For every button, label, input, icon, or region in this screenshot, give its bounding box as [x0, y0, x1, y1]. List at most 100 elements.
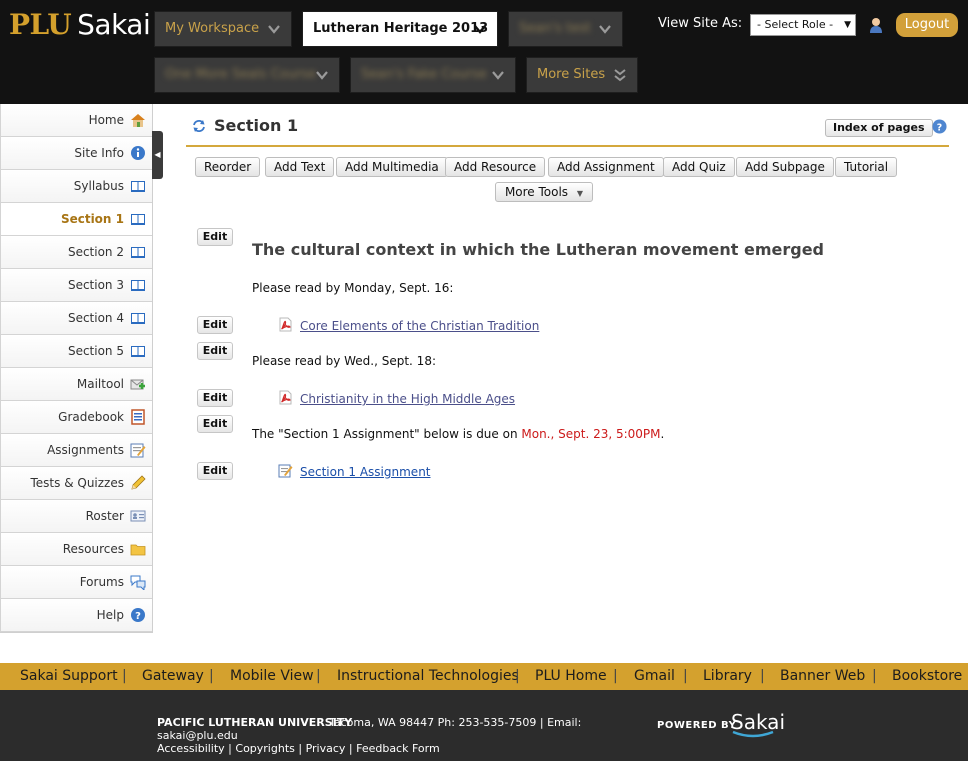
nav-item-home[interactable]: Home — [0, 104, 152, 137]
nav-item-label: Section 1 — [60, 212, 124, 226]
add-assignment-button[interactable]: Add Assignment — [548, 157, 664, 177]
chevron-down-icon[interactable] — [267, 22, 281, 36]
mail-icon — [130, 379, 145, 390]
user-icon[interactable] — [867, 16, 885, 34]
more-tools-button[interactable]: More Tools ▼ — [495, 182, 593, 202]
book-icon — [131, 313, 145, 324]
add-quiz-button[interactable]: Add Quiz — [663, 157, 735, 177]
nav-item-label: Section 5 — [67, 344, 124, 358]
nav-item-forums[interactable]: Forums — [0, 566, 152, 599]
footer-link-mobile-view[interactable]: Mobile View — [230, 668, 314, 684]
chevron-down-icon[interactable] — [315, 68, 329, 82]
powered-by-label: POWERED BY — [657, 720, 737, 731]
edit-resource-1-button[interactable]: Edit — [197, 316, 233, 334]
page-title: Section 1 — [214, 116, 299, 135]
logo-sakai: Sakai — [77, 8, 151, 41]
read-instruction-2: Please read by Wed., Sept. 18: — [252, 354, 436, 368]
nav-item-section-4[interactable]: Section 4 — [0, 302, 152, 335]
footer-legal-links[interactable]: Accessibility | Copyrights | Privacy | F… — [157, 742, 440, 755]
home-icon — [131, 114, 145, 127]
nav-item-label: Section 3 — [67, 278, 124, 292]
footer-link-bookstore[interactable]: Bookstore — [892, 668, 962, 684]
view-site-as-label: View Site As: — [658, 16, 743, 31]
add-subpage-button[interactable]: Add Subpage — [736, 157, 834, 177]
nav-item-resources[interactable]: Resources — [0, 533, 152, 566]
sakai-swoosh-icon — [732, 730, 774, 738]
add-text-button[interactable]: Add Text — [265, 157, 335, 177]
edit-text-3-button[interactable]: Edit — [197, 415, 233, 433]
footer-links-bar: Sakai Support | Gateway | Mobile View | … — [0, 663, 968, 690]
nav-item-section-5[interactable]: Section 5 — [0, 335, 152, 368]
assignment-icon — [278, 464, 293, 478]
footer-link-banner-web[interactable]: Banner Web — [780, 668, 865, 684]
footer-link-library[interactable]: Library — [703, 668, 752, 684]
footer-separator: | — [872, 668, 877, 684]
site-tab-course-5[interactable]: Sean's Fake Course — [350, 57, 516, 93]
reorder-button[interactable]: Reorder — [195, 157, 261, 177]
nav-item-mailtool[interactable]: Mailtool — [0, 368, 152, 401]
university-name: PACIFIC LUTHERAN UNIVERSITY — [157, 716, 353, 729]
nav-item-site-info[interactable]: Site Info — [0, 137, 152, 170]
site-tab-course-4[interactable]: One More Seals Course — [154, 57, 340, 93]
nav-item-section-3[interactable]: Section 3 — [0, 269, 152, 302]
svg-text:?: ? — [937, 122, 942, 133]
nav-item-assignments[interactable]: Assignments — [0, 434, 152, 467]
nav-item-syllabus[interactable]: Syllabus — [0, 170, 152, 203]
help-icon[interactable]: ? — [932, 119, 947, 134]
index-of-pages-button[interactable]: Index of pages — [825, 119, 933, 137]
footer-link-sakai-support[interactable]: Sakai Support — [20, 668, 118, 684]
nav-item-gradebook[interactable]: Gradebook — [0, 401, 152, 434]
support-email[interactable]: sakai@plu.edu — [157, 729, 238, 742]
tutorial-button[interactable]: Tutorial — [835, 157, 898, 177]
due-notice-suffix: . — [660, 427, 665, 441]
add-multimedia-button[interactable]: Add Multimedia — [336, 157, 448, 177]
footer-link-plu-home[interactable]: PLU Home — [535, 668, 607, 684]
more-sites-tab[interactable]: More Sites — [526, 57, 638, 93]
chevron-down-icon[interactable] — [491, 68, 505, 82]
edit-heading-button[interactable]: Edit — [197, 228, 233, 246]
book-icon — [131, 280, 145, 291]
double-chevron-down-icon[interactable] — [613, 68, 627, 82]
resource-link-core-elements[interactable]: Core Elements of the Christian Tradition — [300, 319, 539, 333]
due-notice-prefix: The "Section 1 Assignment" below is due … — [252, 427, 522, 441]
plu-sakai-logo[interactable]: PLU Sakai — [9, 8, 151, 41]
edit-resource-2-button[interactable]: Edit — [197, 389, 233, 407]
footer-separator: | — [613, 668, 618, 684]
logout-button[interactable]: Logout — [896, 13, 958, 37]
site-tab-my-workspace[interactable]: My Workspace — [154, 11, 292, 47]
edit-assignment-button[interactable]: Edit — [197, 462, 233, 480]
footer-separator: | — [122, 668, 127, 684]
book-icon — [131, 346, 145, 357]
pencil-icon — [131, 475, 146, 490]
resource-link-high-middle-ages[interactable]: Christianity in the High Middle Ages — [300, 392, 515, 406]
dropdown-arrow-icon: ▼ — [844, 20, 851, 30]
nav-item-section-1[interactable]: Section 1 — [0, 203, 152, 236]
roster-icon — [130, 510, 146, 522]
nav-item-label: Help — [96, 608, 124, 622]
footer-separator: | — [760, 668, 765, 684]
collapse-menu-handle[interactable]: ◀ — [152, 131, 163, 179]
book-icon — [131, 214, 145, 225]
add-resource-button[interactable]: Add Resource — [445, 157, 546, 177]
nav-item-section-2[interactable]: Section 2 — [0, 236, 152, 269]
assignment-link-section-1[interactable]: Section 1 Assignment — [300, 465, 431, 479]
nav-item-help[interactable]: Help ? — [0, 599, 152, 632]
nav-item-label: Home — [88, 113, 124, 127]
role-select[interactable]: - Select Role - ▼ — [750, 14, 856, 36]
site-tab-lutheran-heritage[interactable]: Lutheran Heritage 2013 — [302, 11, 498, 47]
chevron-down-icon[interactable] — [598, 22, 612, 36]
footer-link-gateway[interactable]: Gateway — [142, 668, 204, 684]
site-tab-seans-test[interactable]: Sean's test — [508, 11, 623, 47]
reset-icon[interactable] — [192, 119, 206, 133]
chevron-down-icon[interactable] — [473, 22, 487, 36]
nav-item-label: Mailtool — [76, 377, 124, 391]
forum-icon — [130, 575, 146, 590]
footer-link-gmail[interactable]: Gmail — [634, 668, 675, 684]
pdf-icon — [279, 317, 292, 332]
footer-link-instructional-technologies[interactable]: Instructional Technologies — [337, 668, 519, 684]
edit-text-2-button[interactable]: Edit — [197, 342, 233, 360]
nav-item-tests-quizzes[interactable]: Tests & Quizzes — [0, 467, 152, 500]
gradebook-icon — [131, 409, 145, 425]
nav-item-roster[interactable]: Roster — [0, 500, 152, 533]
dropdown-arrow-icon: ▼ — [576, 189, 584, 198]
